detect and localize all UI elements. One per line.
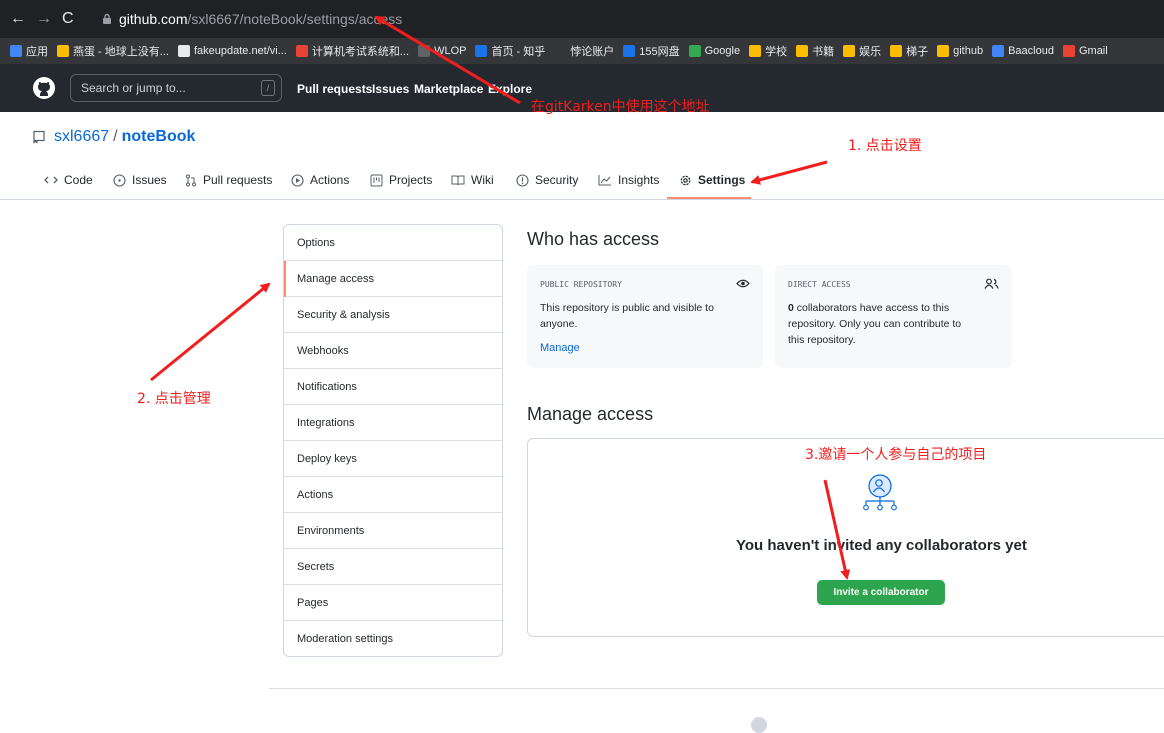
annotation-invite-person: 3.邀请一个人参与自己的项目 [805, 447, 987, 463]
annotation-click-manage: 2. 点击管理 [137, 391, 211, 407]
annotation-click-settings: 1. 点击设置 [848, 138, 922, 154]
arrow-to-invite [823, 479, 851, 580]
arrow-to-settings [750, 160, 828, 185]
arrow-to-manage-access [150, 282, 271, 382]
annotation-address: 在gitKarken中使用这个地址 [531, 99, 710, 115]
arrow-to-address [374, 15, 521, 105]
